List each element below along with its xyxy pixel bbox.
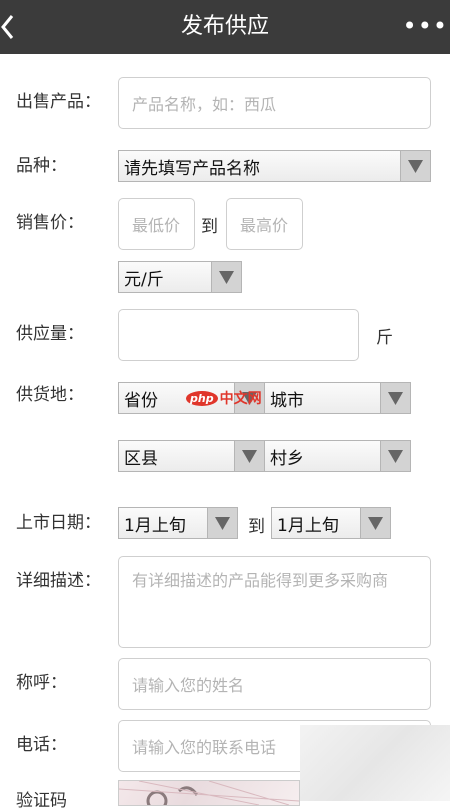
- origin-label: 供货地：: [16, 385, 84, 405]
- market-date-from-select[interactable]: 1月上旬: [118, 507, 238, 539]
- province-value: 省份: [124, 390, 158, 411]
- market-date-from-value: 1月上旬: [124, 515, 186, 536]
- phone-label: 电话：: [16, 735, 67, 755]
- captcha-label: 验证码: [16, 791, 67, 811]
- city-value: 城市: [270, 390, 304, 411]
- description-textarea[interactable]: 有详细描述的产品能得到更多采购商: [118, 556, 431, 648]
- more-options-button[interactable]: •••: [403, 12, 448, 40]
- village-value: 村乡: [270, 448, 304, 469]
- page-title: 发布供应: [180, 14, 269, 39]
- product-label: 出售产品：: [16, 92, 101, 112]
- county-value: 区县: [124, 448, 158, 469]
- min-price-input[interactable]: 最低价: [118, 198, 195, 250]
- market-date-until-value: 1月上旬: [277, 515, 339, 536]
- captcha-noise-icon: [119, 781, 299, 805]
- county-select[interactable]: 区县: [118, 440, 265, 472]
- description-label: 详细描述：: [16, 571, 101, 591]
- contact-name-label: 称呼：: [16, 673, 67, 693]
- supply-input[interactable]: [118, 309, 359, 361]
- min-price-placeholder: 最低价: [132, 216, 181, 235]
- chevron-down-icon: [400, 151, 430, 181]
- village-select[interactable]: 村乡: [264, 440, 411, 472]
- market-date-until-select[interactable]: 1月上旬: [271, 507, 391, 539]
- watermark-logo: php 中文网: [186, 388, 262, 408]
- price-unit-value: 元/斤: [124, 269, 164, 290]
- price-unit-select[interactable]: 元/斤: [118, 261, 242, 293]
- chevron-down-icon: [234, 441, 264, 471]
- variety-label: 品种：: [16, 156, 67, 176]
- max-price-input[interactable]: 最高价: [226, 198, 303, 250]
- city-select[interactable]: 城市: [264, 382, 411, 414]
- price-to-text: 到: [201, 217, 218, 237]
- top-bar: 发布供应 •••: [0, 0, 450, 54]
- market-date-label: 上市日期：: [16, 513, 101, 533]
- blurred-area: [300, 725, 450, 801]
- variety-value: 请先填写产品名称: [124, 158, 260, 179]
- chevron-down-icon: [360, 508, 390, 538]
- chevron-down-icon: [207, 508, 237, 538]
- chevron-down-icon: [211, 262, 241, 292]
- chevron-down-icon: [380, 383, 410, 413]
- contact-name-placeholder: 请输入您的姓名: [132, 676, 245, 695]
- phone-placeholder: 请输入您的联系电话: [132, 738, 277, 757]
- supply-unit: 斤: [376, 328, 393, 348]
- price-label: 销售价：: [16, 213, 84, 233]
- max-price-placeholder: 最高价: [240, 216, 289, 235]
- description-placeholder: 有详细描述的产品能得到更多采购商: [132, 571, 389, 590]
- market-date-to-text: 到: [248, 517, 265, 537]
- contact-name-input[interactable]: 请输入您的姓名: [118, 658, 431, 710]
- product-input[interactable]: 产品名称，如：西瓜: [118, 77, 431, 129]
- variety-select[interactable]: 请先填写产品名称: [118, 150, 431, 182]
- chevron-down-icon: [380, 441, 410, 471]
- watermark-badge: php: [186, 390, 218, 406]
- supply-label: 供应量：: [16, 324, 84, 344]
- captcha-image[interactable]: [118, 780, 300, 806]
- product-placeholder: 产品名称，如：西瓜: [132, 95, 277, 114]
- watermark-text: 中文网: [219, 391, 262, 407]
